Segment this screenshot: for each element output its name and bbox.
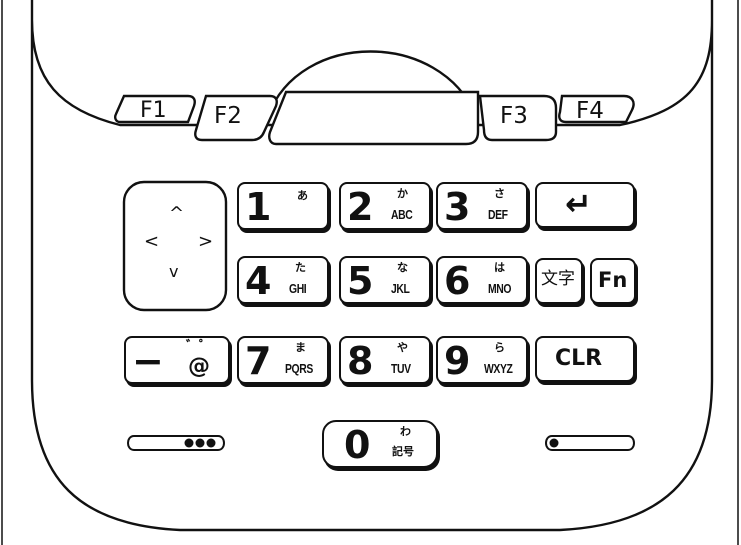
key-0-digit: 0 <box>344 423 371 467</box>
key-8-alpha: TUV <box>391 361 411 376</box>
f3-key[interactable]: F3 <box>500 105 528 128</box>
f4-key[interactable]: F4 <box>576 100 604 123</box>
key-6-digit: 6 <box>444 259 471 303</box>
key-7-alpha: PQRS <box>285 361 313 376</box>
key-4-alpha: GHI <box>289 281 307 296</box>
nav-right-arrow[interactable]: > <box>198 233 213 251</box>
key-9-kana: ら <box>494 341 505 354</box>
key-8-kana: や <box>397 341 408 354</box>
key-4-kana: た <box>295 261 306 274</box>
fn-key[interactable]: Fn <box>590 258 636 304</box>
key-1-kana: あ <box>297 189 308 202</box>
key-6[interactable]: 6 は MNO <box>436 256 528 304</box>
key-9-digit: 9 <box>444 339 471 383</box>
key-3-kana: さ <box>494 187 505 200</box>
key-5-digit: 5 <box>347 259 374 303</box>
nav-down-arrow[interactable]: v <box>169 264 178 280</box>
key-9[interactable]: 9 ら WXYZ <box>436 336 528 384</box>
key-5[interactable]: 5 な JKL <box>339 256 431 304</box>
key-0-symbol: 記号 <box>392 445 414 458</box>
key-9-alpha: WXYZ <box>484 361 513 376</box>
key-2-kana: か <box>397 187 408 200</box>
key-2-digit: 2 <box>347 185 374 229</box>
nav-up-arrow[interactable]: ^ <box>169 205 184 223</box>
key-0[interactable]: 0 わ 記号 <box>322 420 438 468</box>
key-4[interactable]: 4 た GHI <box>237 256 329 304</box>
enter-icon: ↵ <box>565 185 592 223</box>
key-3-digit: 3 <box>444 185 471 229</box>
moji-label: 文字 <box>541 269 575 289</box>
key-8-digit: 8 <box>347 339 374 383</box>
key-8[interactable]: 8 や TUV <box>339 336 431 384</box>
device-keypad-diagram: F1 F2 F3 F4 ^ < > v 1 あ 2 か ABC 3 さ DEF … <box>0 0 741 545</box>
key-7-kana: ま <box>295 341 306 354</box>
fn-label: Fn <box>598 268 628 292</box>
symbol-dakuten: ゛゜ <box>186 339 213 354</box>
key-2[interactable]: 2 か ABC <box>339 182 431 230</box>
moji-key[interactable]: 文字 <box>535 258 583 304</box>
key-7-digit: 7 <box>245 339 272 383</box>
key-1[interactable]: 1 あ <box>237 182 329 230</box>
f2-key[interactable]: F2 <box>214 105 242 128</box>
clr-key[interactable]: CLR <box>535 336 635 382</box>
key-0-kana: わ <box>400 425 411 438</box>
key-4-digit: 4 <box>245 259 272 303</box>
symbol-at: @ <box>188 354 210 379</box>
key-2-alpha: ABC <box>391 207 413 222</box>
key-6-kana: は <box>494 261 505 274</box>
key-3-alpha: DEF <box>488 207 508 222</box>
f1-key[interactable]: F1 <box>140 100 167 122</box>
nav-left-arrow[interactable]: < <box>144 233 159 251</box>
symbol-key[interactable]: − ゛゜ @ <box>124 336 230 384</box>
key-5-alpha: JKL <box>391 281 410 296</box>
key-7[interactable]: 7 ま PQRS <box>237 336 329 384</box>
right-indicator <box>545 435 635 451</box>
clr-label: CLR <box>555 346 603 371</box>
key-1-digit: 1 <box>245 185 272 229</box>
key-5-kana: な <box>397 261 408 274</box>
enter-key[interactable]: ↵ <box>535 182 635 228</box>
key-6-alpha: MNO <box>488 281 512 296</box>
center-soft-key <box>268 90 480 146</box>
key-3[interactable]: 3 さ DEF <box>436 182 528 230</box>
symbol-dash: − <box>132 339 164 383</box>
